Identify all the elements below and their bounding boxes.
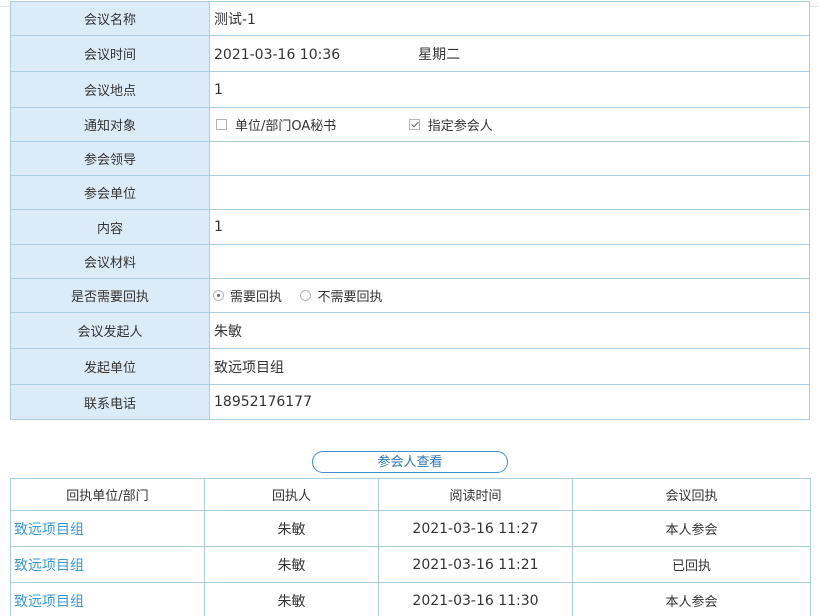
value-notify-target: 单位/部门OA秘书 指定参会人 <box>209 107 810 142</box>
value-need-reply: 需要回执 不需要回执 <box>209 278 810 313</box>
value-units <box>209 175 810 210</box>
option-no-reply-label: 不需要回执 <box>317 290 383 305</box>
row-notify-target: 通知对象 单位/部门OA秘书 指定参会人 <box>10 107 810 142</box>
meeting-datetime: 2021-03-16 10:36 <box>214 46 341 63</box>
receipt-header-row: 回执单位/部门 回执人 阅读时间 会议回执 <box>10 478 811 511</box>
row-meeting-time: 会议时间 2021-03-16 10:36 星期二 <box>10 35 810 72</box>
table-row: 致远项目组 朱敏 2021-03-16 11:30 本人参会 <box>10 582 811 616</box>
receipt-read-time: 2021-03-16 11:21 <box>378 546 573 583</box>
value-phone: 18952176177 <box>209 384 810 420</box>
option-oa-secretary[interactable]: 单位/部门OA秘书 <box>216 115 336 134</box>
label-meeting-name: 会议名称 <box>10 1 210 36</box>
option-need-reply-label: 需要回执 <box>230 290 283 305</box>
header-receipt-person: 回执人 <box>204 478 379 511</box>
meeting-weekday: 星期二 <box>418 46 461 63</box>
receipt-unit-link[interactable]: 致远项目组 <box>10 510 205 547</box>
row-meeting-place: 会议地点 1 <box>10 71 810 108</box>
label-need-reply: 是否需要回执 <box>10 278 210 313</box>
receipt-read-time: 2021-03-16 11:30 <box>378 582 573 616</box>
label-initiator: 会议发起人 <box>10 312 210 349</box>
value-meeting-place: 1 <box>209 71 810 108</box>
label-content: 内容 <box>10 209 210 245</box>
label-notify-target: 通知对象 <box>10 107 210 142</box>
table-row: 致远项目组 朱敏 2021-03-16 11:27 本人参会 <box>10 510 811 547</box>
value-leaders <box>209 141 810 176</box>
option-designated-attendees[interactable]: 指定参会人 <box>408 115 493 134</box>
row-materials: 会议材料 <box>10 244 810 279</box>
value-initiator-unit: 致远项目组 <box>209 348 810 385</box>
label-phone: 联系电话 <box>10 384 210 420</box>
label-meeting-time: 会议时间 <box>10 35 210 72</box>
receipt-unit-link[interactable]: 致远项目组 <box>10 582 205 616</box>
header-read-time: 阅读时间 <box>378 478 573 511</box>
option-designated-attendees-label: 指定参会人 <box>427 119 493 134</box>
receipt-reply: 本人参会 <box>572 582 811 616</box>
label-initiator-unit: 发起单位 <box>10 348 210 385</box>
option-need-reply[interactable]: 需要回执 <box>213 286 282 305</box>
label-units: 参会单位 <box>10 175 210 210</box>
receipt-table: 回执单位/部门 回执人 阅读时间 会议回执 致远项目组 朱敏 2021-03-1… <box>10 478 811 616</box>
row-initiator: 会议发起人 朱敏 <box>10 312 810 349</box>
label-meeting-place: 会议地点 <box>10 71 210 108</box>
checkbox-oa-secretary[interactable] <box>216 119 227 130</box>
row-initiator-unit: 发起单位 致远项目组 <box>10 348 810 385</box>
radio-no-reply[interactable] <box>300 290 312 301</box>
meeting-info-table: 会议名称 测试-1 会议时间 2021-03-16 10:36 星期二 会议地点 … <box>10 1 810 420</box>
header-receipt-unit: 回执单位/部门 <box>10 478 205 511</box>
option-oa-secretary-label: 单位/部门OA秘书 <box>235 119 337 134</box>
receipt-reply: 已回执 <box>572 546 811 583</box>
option-no-reply[interactable]: 不需要回执 <box>300 286 382 305</box>
receipt-read-time: 2021-03-16 11:27 <box>378 510 573 547</box>
row-need-reply: 是否需要回执 需要回执 不需要回执 <box>10 278 810 313</box>
receipt-unit-link[interactable]: 致远项目组 <box>10 546 205 583</box>
checkbox-designated-attendees[interactable] <box>408 119 420 130</box>
table-row: 致远项目组 朱敏 2021-03-16 11:21 已回执 <box>10 546 811 583</box>
row-units: 参会单位 <box>10 175 810 210</box>
meeting-detail-page: 会议名称 测试-1 会议时间 2021-03-16 10:36 星期二 会议地点 … <box>0 0 819 616</box>
receipt-reply: 本人参会 <box>572 510 811 547</box>
row-meeting-name: 会议名称 测试-1 <box>10 1 810 36</box>
value-materials <box>209 244 810 279</box>
value-initiator: 朱敏 <box>209 312 810 349</box>
label-leaders: 参会领导 <box>10 141 210 176</box>
receipt-person: 朱敏 <box>204 582 379 616</box>
header-meeting-reply: 会议回执 <box>572 478 811 511</box>
value-meeting-time: 2021-03-16 10:36 星期二 <box>209 35 810 72</box>
receipt-person: 朱敏 <box>204 510 379 547</box>
value-meeting-name: 测试-1 <box>209 1 810 36</box>
row-content: 内容 1 <box>10 209 810 245</box>
row-leaders: 参会领导 <box>10 141 810 176</box>
row-phone: 联系电话 18952176177 <box>10 384 810 420</box>
view-attendees-button[interactable]: 参会人查看 <box>312 451 508 473</box>
receipt-person: 朱敏 <box>204 546 379 583</box>
radio-need-reply[interactable] <box>213 290 224 301</box>
label-materials: 会议材料 <box>10 244 210 279</box>
value-content: 1 <box>209 209 810 245</box>
